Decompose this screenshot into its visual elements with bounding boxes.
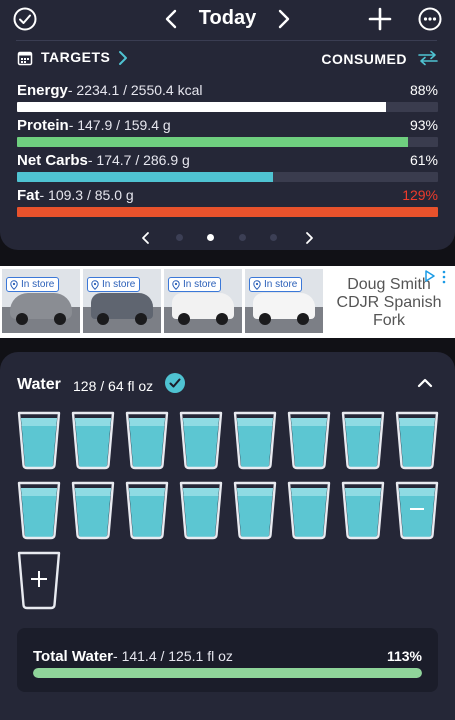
macro-progress-fill — [17, 207, 438, 217]
water-cup-filled[interactable] — [70, 480, 116, 540]
water-cup-add[interactable] — [16, 550, 62, 610]
plus-icon[interactable] — [367, 6, 393, 32]
in-store-badge: In store — [6, 277, 60, 292]
total-water-percent: 113% — [386, 648, 422, 664]
ad-car-image[interactable]: In store — [164, 269, 242, 333]
water-cup-filled[interactable] — [178, 410, 224, 470]
ad-text[interactable]: Doug Smith CDJR Spanish Fork — [330, 276, 448, 330]
macro-value: - 2234.1 / 2550.4 kcal — [67, 82, 203, 98]
macro-progress-track — [17, 102, 438, 112]
ad-car-image[interactable]: In store — [83, 269, 161, 333]
water-title: Water — [17, 376, 61, 393]
water-cup-filled[interactable] — [232, 410, 278, 470]
macro-value: - 109.3 / 85.0 g — [39, 187, 134, 203]
page-dot-active[interactable] — [207, 234, 214, 241]
page-dot[interactable] — [270, 234, 277, 241]
macro-name: Protein — [17, 117, 69, 134]
ad-banner[interactable]: In store In store In store In store Doug… — [0, 266, 455, 338]
water-cup-filled[interactable] — [232, 480, 278, 540]
targets-link[interactable]: TARGETS — [41, 49, 110, 65]
page-dot[interactable] — [176, 234, 183, 241]
water-cup-filled[interactable] — [16, 480, 62, 540]
ad-car-image[interactable]: In store — [245, 269, 323, 333]
macro-progress-fill — [17, 137, 408, 147]
water-cup-remove[interactable] — [394, 480, 440, 540]
total-water-progress-fill — [33, 668, 422, 678]
macro-progress-track — [17, 137, 438, 147]
more-icon[interactable] — [417, 6, 443, 32]
macro-percent: 93% — [409, 117, 438, 133]
macro-progress-fill — [17, 172, 274, 182]
water-cup-filled[interactable] — [16, 410, 62, 470]
more-vertical-icon[interactable] — [441, 270, 447, 284]
page-indicator — [0, 228, 455, 248]
macro-fat[interactable]: Fat- 109.3 / 85.0 g 129% — [17, 187, 438, 223]
consumed-toggle[interactable]: CONSUMED — [321, 51, 407, 67]
location-pin-icon — [10, 280, 18, 290]
water-cup-filled[interactable] — [178, 480, 224, 540]
chevron-right-icon[interactable] — [117, 50, 129, 66]
in-store-badge: In store — [249, 277, 303, 292]
macro-percent: 61% — [409, 152, 438, 168]
chevron-left-icon[interactable] — [140, 230, 152, 246]
macro-progress-track — [17, 172, 438, 182]
water-cup-filled[interactable] — [124, 410, 170, 470]
header-divider — [16, 40, 437, 41]
calendar-icon — [17, 51, 33, 66]
in-store-badge: In store — [168, 277, 222, 292]
location-pin-icon — [172, 280, 180, 290]
macro-energy[interactable]: Energy- 2234.1 / 2550.4 kcal 88% — [17, 82, 438, 118]
total-water-summary: Total Water- 141.4 / 125.1 fl oz 113% — [17, 628, 438, 692]
adchoices-icon[interactable] — [424, 270, 436, 282]
nutrition-summary-panel: Today TARGETS CONSUMED Energy- 2234.1 / … — [0, 0, 455, 250]
water-cup-filled[interactable] — [340, 480, 386, 540]
macro-percent: 129% — [402, 187, 438, 203]
targets-row: TARGETS CONSUMED — [17, 46, 439, 70]
chevron-right-icon[interactable] — [303, 230, 315, 246]
water-cup-filled[interactable] — [286, 410, 332, 470]
chevron-right-icon[interactable] — [270, 6, 296, 32]
ad-car-image[interactable]: In store — [2, 269, 80, 333]
macro-net-carbs[interactable]: Net Carbs- 174.7 / 286.9 g 61% — [17, 152, 438, 188]
plus-icon — [31, 571, 47, 587]
total-water-label: Total Water — [33, 648, 114, 665]
macro-percent: 88% — [409, 82, 438, 98]
chevron-up-icon[interactable] — [416, 376, 434, 390]
water-cup-filled[interactable] — [286, 480, 332, 540]
check-circle-icon — [165, 373, 185, 393]
total-water-value: - 141.4 / 125.1 fl oz — [113, 648, 233, 664]
macro-value: - 174.7 / 286.9 g — [87, 152, 190, 168]
in-store-badge: In store — [87, 277, 141, 292]
water-cup-filled[interactable] — [70, 410, 116, 470]
macro-progress-fill — [17, 102, 386, 112]
header: Today — [0, 0, 455, 38]
macro-name: Net Carbs — [17, 152, 88, 169]
water-panel: Water 128 / 64 fl oz Total Water- 141.4 … — [0, 352, 455, 720]
water-value: 128 / 64 fl oz — [73, 378, 154, 394]
swap-arrows-icon[interactable] — [417, 50, 439, 66]
macro-value: - 147.9 / 159.4 g — [68, 117, 171, 133]
water-cup-filled[interactable] — [394, 410, 440, 470]
location-pin-icon — [253, 280, 261, 290]
minus-icon — [410, 508, 424, 510]
page-dot[interactable] — [239, 234, 246, 241]
total-water-progress-track — [33, 668, 422, 678]
macro-protein[interactable]: Protein- 147.9 / 159.4 g 93% — [17, 117, 438, 153]
water-cup-filled[interactable] — [124, 480, 170, 540]
macro-name: Energy — [17, 82, 68, 99]
macro-progress-track — [17, 207, 438, 217]
water-cup-filled[interactable] — [340, 410, 386, 470]
location-pin-icon — [91, 280, 99, 290]
macro-name: Fat — [17, 187, 40, 204]
